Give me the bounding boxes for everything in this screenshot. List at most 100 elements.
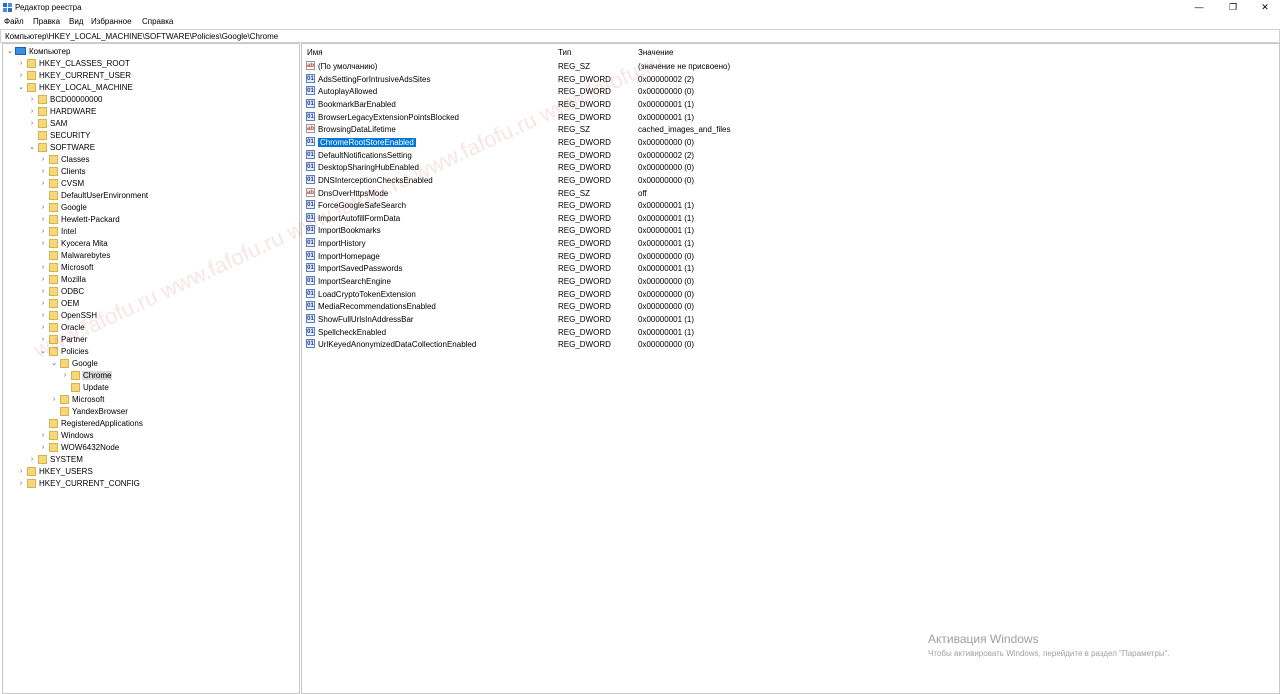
table-row[interactable]: 01 DefaultNotificationsSetting REG_DWORD 0x… (302, 149, 1279, 161)
table-row[interactable]: ab BrowsingDataLifetime REG_SZ cached_image… (302, 123, 1279, 135)
folder-icon (49, 167, 58, 176)
binary-value-icon: 01 (306, 200, 315, 210)
binary-value-icon: 01 (306, 136, 315, 146)
address-bar[interactable]: Компьютер\HKEY_LOCAL_MACHINE\SOFTWARE\Po… (0, 29, 1280, 43)
chevron-right-icon[interactable]: › (39, 178, 47, 189)
chevron-right-icon[interactable]: › (39, 322, 47, 333)
binary-value-icon: 01 (306, 174, 315, 184)
chevron-right-icon[interactable]: › (39, 262, 47, 273)
chevron-right-icon[interactable]: › (39, 154, 47, 165)
table-row[interactable]: 01 DNSInterceptionChecksEnabled REG_DWORD 0… (302, 174, 1279, 186)
tree-item-label: HKEY_USERS (39, 467, 93, 476)
chevron-right-icon[interactable]: › (39, 298, 47, 309)
chevron-right-icon[interactable]: › (17, 478, 25, 489)
chevron-right-icon[interactable]: › (39, 166, 47, 177)
value-name: ImportHomepage (318, 251, 380, 261)
title-bar: Редактор реестра — ❐ ✕ (0, 0, 1280, 15)
tree-item-label: Google (72, 359, 98, 368)
chevron-right-icon[interactable]: › (61, 370, 69, 381)
folder-icon (60, 407, 69, 416)
chevron-right-icon[interactable]: › (39, 430, 47, 441)
menu-edit[interactable]: Правка (33, 17, 60, 26)
window-title: Редактор реестра (15, 3, 82, 12)
chevron-right-icon[interactable]: › (39, 334, 47, 345)
folder-icon (71, 371, 80, 380)
chevron-right-icon[interactable]: › (28, 118, 36, 129)
table-row[interactable]: ab (По умолчанию) REG_SZ (значение не присв… (302, 60, 1279, 72)
table-row[interactable]: 01 AutoplayAllowed REG_DWORD 0x00000000 (0) (302, 85, 1279, 97)
table-row[interactable]: 01 ChromeRootStoreEnabled REG_DWORD 0x00000… (302, 136, 1279, 148)
folder-icon (49, 191, 58, 200)
column-header-name[interactable]: Имя (307, 48, 323, 57)
value-type: REG_DWORD (558, 74, 611, 84)
binary-value-icon: 01 (306, 212, 315, 222)
chevron-down-icon[interactable]: ⌄ (17, 82, 25, 93)
tree-item-label: SAM (50, 119, 68, 128)
chevron-right-icon[interactable]: › (39, 238, 47, 249)
table-row[interactable]: 01 DesktopSharingHubEnabled REG_DWORD 0x000… (302, 161, 1279, 173)
chevron-right-icon[interactable]: › (28, 454, 36, 465)
chevron-down-icon[interactable]: ⌄ (50, 358, 58, 369)
table-row[interactable]: 01 ImportHomepage REG_DWORD 0x00000000 (0) (302, 250, 1279, 262)
value-type: REG_DWORD (558, 150, 611, 160)
table-row[interactable]: 01 AdsSettingForIntrusiveAdsSites REG_DWOR… (302, 73, 1279, 85)
table-row[interactable]: 01 UrlKeyedAnonymizedDataCollectionEnable… (302, 338, 1279, 350)
chevron-right-icon[interactable]: › (50, 394, 58, 405)
table-row[interactable]: 01 ShowFullUrlsInAddressBar REG_DWORD 0x000… (302, 313, 1279, 325)
table-row[interactable]: 01 BookmarkBarEnabled REG_DWORD 0x00000001 … (302, 98, 1279, 110)
column-header-data[interactable]: Значение (638, 48, 673, 57)
close-button[interactable]: ✕ (1250, 0, 1280, 15)
table-row[interactable]: 01 ForceGoogleSafeSearch REG_DWORD 0x000000… (302, 199, 1279, 211)
folder-icon (38, 95, 47, 104)
value-type: REG_DWORD (558, 327, 611, 337)
table-row[interactable]: 01 ImportSearchEngine REG_DWORD 0x00000000 … (302, 275, 1279, 287)
key-tree-pane[interactable]: ⌄ Компьютер › HKEY_CLASSES_ROOT › HKEY_CURREN… (2, 43, 300, 694)
chevron-right-icon[interactable]: › (39, 226, 47, 237)
chevron-right-icon[interactable]: › (17, 70, 25, 81)
table-row[interactable]: 01 BrowserLegacyExtensionPointsBlocked REG… (302, 111, 1279, 123)
table-row[interactable]: 01 LoadCryptoTokenExtension REG_DWORD 0x000… (302, 288, 1279, 300)
chevron-right-icon[interactable]: › (17, 466, 25, 477)
chevron-down-icon[interactable]: ⌄ (28, 142, 36, 153)
table-row[interactable]: 01 ImportHistory REG_DWORD 0x00000001 (1) (302, 237, 1279, 249)
minimize-button[interactable]: — (1184, 0, 1214, 15)
chevron-right-icon[interactable]: › (39, 202, 47, 213)
chevron-right-icon[interactable]: › (39, 442, 47, 453)
chevron-right-icon[interactable]: › (39, 214, 47, 225)
binary-value-icon: 01 (306, 98, 315, 108)
value-type: REG_DWORD (558, 251, 611, 261)
chevron-right-icon[interactable]: › (17, 58, 25, 69)
menu-favorites[interactable]: Избранное (91, 17, 132, 26)
column-header-type[interactable]: Тип (558, 48, 571, 57)
folder-icon (49, 335, 58, 344)
table-row[interactable]: 01 ImportBookmarks REG_DWORD 0x00000001 (1) (302, 224, 1279, 236)
menu-file[interactable]: Файл (4, 17, 24, 26)
chevron-down-icon[interactable]: ⌄ (39, 346, 47, 357)
table-row[interactable]: ab DnsOverHttpsMode REG_SZ off (302, 187, 1279, 199)
binary-value-icon: 01 (306, 73, 315, 83)
activation-title: Активация Windows (928, 632, 1039, 646)
chevron-right-icon[interactable]: › (39, 310, 47, 321)
restore-button[interactable]: ❐ (1218, 0, 1248, 15)
menu-help[interactable]: Справка (142, 17, 173, 26)
chevron-right-icon[interactable]: › (39, 286, 47, 297)
value-type: REG_DWORD (558, 315, 611, 324)
value-list-pane[interactable]: Имя Тип Значение ab (По умолчанию) REG_SZ(… (301, 43, 1280, 694)
folder-icon (27, 83, 36, 92)
chevron-right-icon[interactable]: › (39, 274, 47, 285)
chevron-right-icon[interactable]: › (28, 106, 36, 117)
table-row[interactable]: 01 ImportSavedPasswords REG_DWORD 0x0000000… (302, 262, 1279, 274)
chevron-right-icon[interactable]: › (28, 94, 36, 105)
tree-item-label: HKEY_LOCAL_MACHINE (39, 83, 133, 92)
folder-icon (49, 347, 58, 356)
table-row[interactable]: 01 MediaRecommendationsEnabled REG_DWORD 0x… (302, 300, 1279, 312)
table-row[interactable]: 01 ImportAutofillFormData REG_DWORD 0x00000… (302, 212, 1279, 224)
chevron-down-icon[interactable]: ⌄ (6, 46, 14, 57)
folder-icon (49, 263, 58, 272)
value-data: 0x00000000 (0) (638, 289, 695, 299)
tree-item-label: HARDWARE (50, 107, 97, 116)
table-row[interactable]: 01 SpellcheckEnabled REG_DWORD 0x00000001 (… (302, 326, 1279, 338)
value-name: AutoplayAllowed (318, 87, 378, 97)
tree-item-label: Oracle (61, 323, 85, 332)
menu-view[interactable]: Вид (69, 17, 83, 26)
